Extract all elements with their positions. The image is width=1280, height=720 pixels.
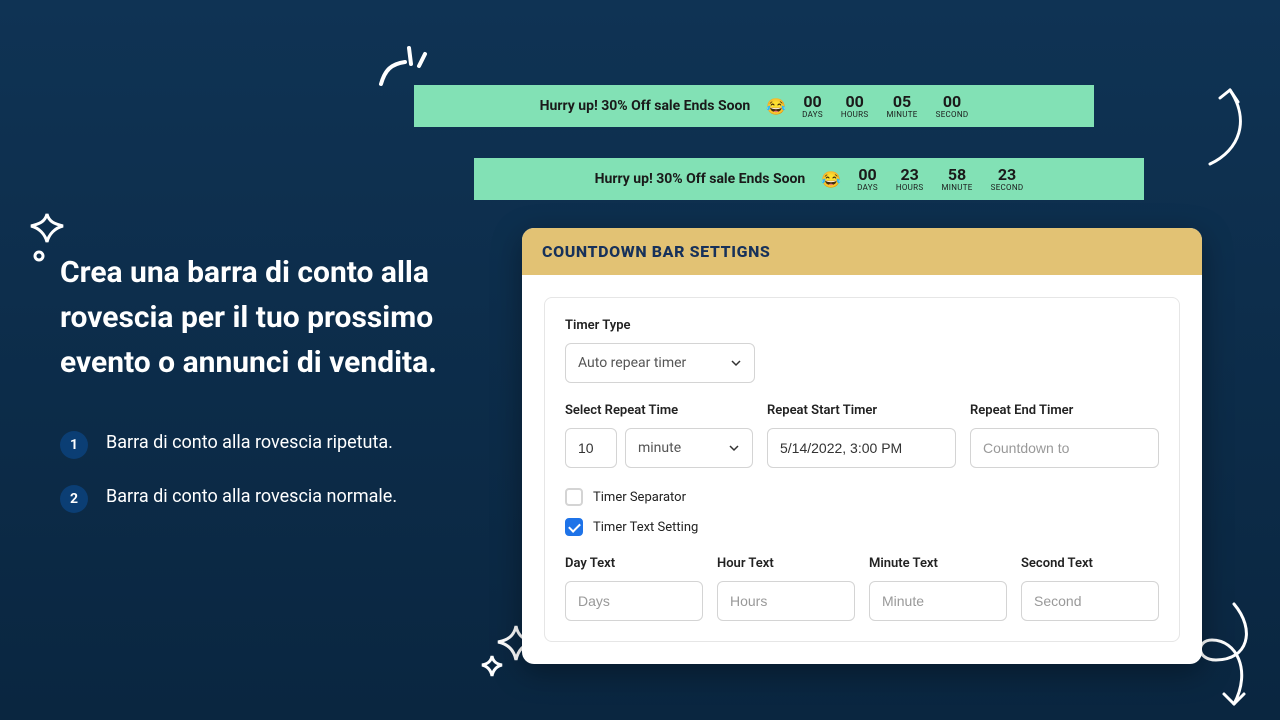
hour-text-label: Hour Text: [717, 556, 855, 571]
card-title: COUNTDOWN BAR SETTIGNS: [522, 228, 1202, 275]
second-text-input[interactable]: [1021, 581, 1159, 621]
bullet-number-1: 1: [60, 431, 88, 459]
repeat-end-input[interactable]: [970, 428, 1159, 468]
day-text-label: Day Text: [565, 556, 703, 571]
repeat-time-label: Select Repeat Time: [565, 403, 753, 418]
repeat-end-label: Repeat End Timer: [970, 403, 1159, 418]
headline: Crea una barra di conto alla rovescia pe…: [60, 250, 460, 385]
minute-text-input[interactable]: [869, 581, 1007, 621]
timer-text-setting-label: Timer Text Setting: [593, 520, 698, 535]
chevron-down-icon: [728, 442, 740, 454]
repeat-time-value-input[interactable]: [565, 428, 617, 468]
repeat-time-unit-select[interactable]: minute: [625, 428, 753, 468]
timer-separator-label: Timer Separator: [593, 490, 686, 505]
bullet-text-2: Barra di conto alla rovescia normale.: [106, 483, 397, 512]
hour-text-input[interactable]: [717, 581, 855, 621]
repeat-start-input[interactable]: [767, 428, 956, 468]
second-text-label: Second Text: [1021, 556, 1159, 571]
bar-message: Hurry up! 30% Off sale Ends Soon: [540, 98, 751, 114]
minute-text-label: Minute Text: [869, 556, 1007, 571]
repeat-start-label: Repeat Start Timer: [767, 403, 956, 418]
bullet-number-2: 2: [60, 485, 88, 513]
timer-type-select[interactable]: Auto repear timer: [565, 343, 755, 383]
timer-separator-checkbox[interactable]: [565, 488, 583, 506]
chevron-down-icon: [730, 357, 742, 369]
timer-type-label: Timer Type: [565, 318, 1159, 333]
settings-card: COUNTDOWN BAR SETTIGNS Timer Type Auto r…: [522, 228, 1202, 664]
bullet-item: 2 Barra di conto alla rovescia normale.: [60, 483, 460, 513]
emoji-icon: 😂: [821, 170, 841, 189]
countdown-bar-preview-2: Hurry up! 30% Off sale Ends Soon 😂 00DAY…: [474, 158, 1144, 200]
emoji-icon: 😂: [766, 97, 786, 116]
bullet-text-1: Barra di conto alla rovescia ripetuta.: [106, 429, 393, 458]
bullet-item: 1 Barra di conto alla rovescia ripetuta.: [60, 429, 460, 459]
day-text-input[interactable]: [565, 581, 703, 621]
timer-text-setting-checkbox[interactable]: [565, 518, 583, 536]
bar-message: Hurry up! 30% Off sale Ends Soon: [595, 171, 806, 187]
countdown-bar-preview-1: Hurry up! 30% Off sale Ends Soon 😂 00DAY…: [414, 85, 1094, 127]
